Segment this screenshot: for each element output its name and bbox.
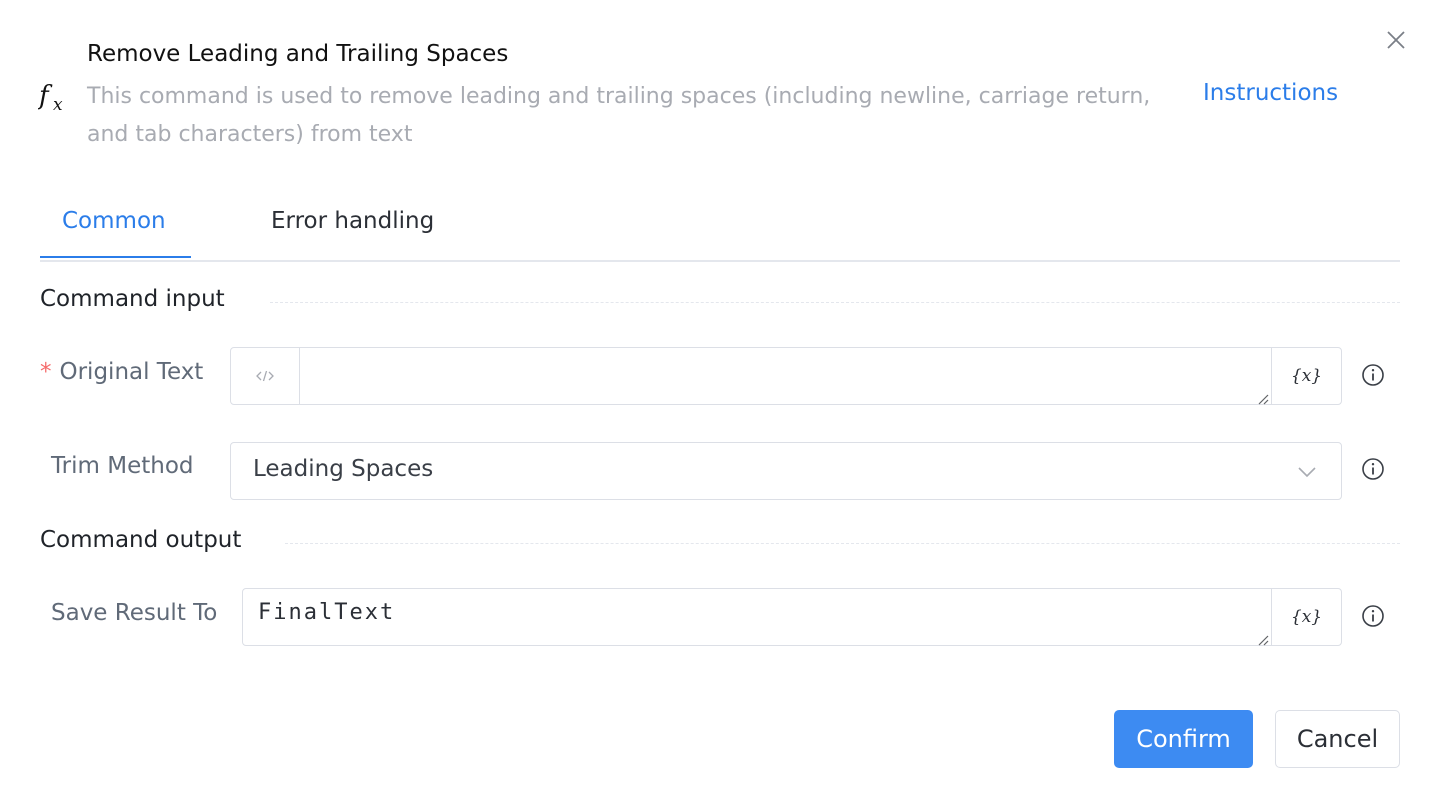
tab-error-handling[interactable]: Error handling <box>271 208 434 234</box>
section-title-command-output: Command output <box>40 527 242 553</box>
section-divider <box>270 302 1400 303</box>
trim-method-label: Trim Method <box>51 453 194 479</box>
section-title-command-input: Command input <box>40 286 225 312</box>
section-divider <box>285 543 1400 544</box>
active-tab-indicator <box>40 256 191 258</box>
confirm-button[interactable]: Confirm <box>1114 710 1253 768</box>
trim-method-select[interactable]: Leading Spaces <box>230 442 1342 500</box>
chevron-down-icon <box>1297 462 1317 482</box>
info-icon[interactable] <box>1361 363 1385 387</box>
resize-grip-icon[interactable] <box>1257 631 1269 646</box>
resize-grip-icon[interactable] <box>1257 390 1269 405</box>
original-text-input[interactable]: {x} <box>230 347 1342 405</box>
svg-text:x: x <box>53 95 63 115</box>
tab-common[interactable]: Common <box>62 208 166 234</box>
save-result-to-input[interactable]: FinalText {x} <box>242 588 1342 646</box>
original-text-label-text: Original Text <box>59 359 204 385</box>
info-icon[interactable] <box>1361 604 1385 628</box>
instructions-link[interactable]: Instructions <box>1203 80 1338 106</box>
save-result-to-value: FinalText <box>258 600 396 625</box>
trim-method-value: Leading Spaces <box>253 456 434 482</box>
code-icon[interactable] <box>231 348 300 404</box>
original-text-label: * Original Text <box>40 359 203 385</box>
tab-bar: Common Error handling <box>40 200 1400 262</box>
dialog: f x Remove Leading and Trailing Spaces T… <box>0 0 1440 808</box>
info-icon[interactable] <box>1361 457 1385 481</box>
function-fx-icon: f x <box>37 80 74 116</box>
dialog-title: Remove Leading and Trailing Spaces <box>87 41 509 67</box>
variable-button[interactable]: {x} <box>1271 348 1341 404</box>
variable-button[interactable]: {x} <box>1271 589 1341 645</box>
cancel-button[interactable]: Cancel <box>1275 710 1400 768</box>
svg-text:f: f <box>38 81 53 111</box>
required-mark: * <box>40 359 52 385</box>
save-result-to-label: Save Result To <box>51 600 218 626</box>
close-icon[interactable] <box>1383 27 1409 53</box>
dialog-description: This command is used to remove leading a… <box>87 84 1151 147</box>
